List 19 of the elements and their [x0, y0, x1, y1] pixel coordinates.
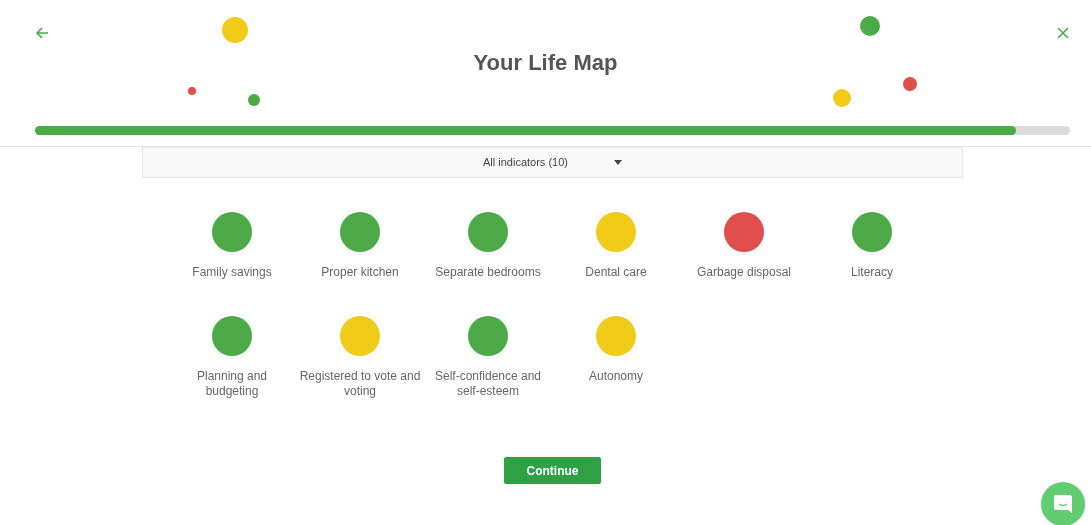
indicator-label: Literacy [850, 265, 894, 280]
close-icon [1057, 27, 1069, 39]
indicator-label: Separate bedrooms [434, 265, 542, 280]
page-title: Your Life Map [472, 49, 619, 77]
indicator-label: Dental care [584, 265, 648, 280]
indicator-filter-dropdown[interactable]: All indicators (10) [142, 147, 963, 178]
indicator-label: Proper kitchen [320, 265, 400, 280]
indicator-label: Registered to vote and voting [298, 369, 422, 399]
indicator-label: Self-confidence and self-esteem [433, 369, 543, 399]
indicator-label: Planning and budgeting [195, 369, 269, 399]
chat-button[interactable] [1041, 482, 1085, 525]
indicator-label: Family savings [191, 265, 273, 280]
close-button[interactable] [1055, 25, 1071, 41]
back-button[interactable] [34, 25, 50, 41]
back-arrow-icon [35, 26, 49, 40]
indicator-label: Garbage disposal [695, 265, 793, 280]
indicator-label: Autonomy [588, 369, 644, 384]
caret-icon [614, 160, 622, 165]
chat-icon [1053, 494, 1073, 514]
